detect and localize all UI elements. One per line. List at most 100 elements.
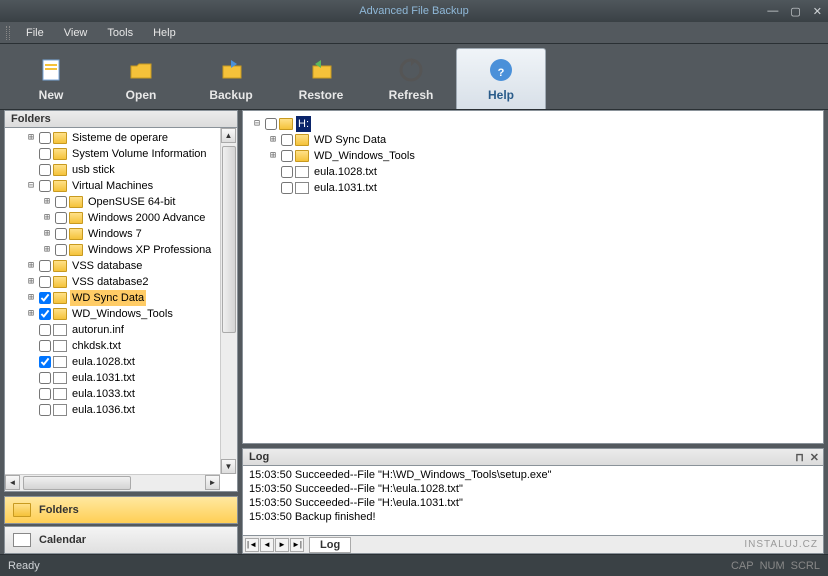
scrollbar-vertical[interactable]: ▲ ▼ [220,128,237,474]
log-title: Log [249,451,269,463]
close-button[interactable]: ✕ [813,5,822,18]
tree-checkbox[interactable] [55,228,67,240]
tree-checkbox[interactable] [55,196,67,208]
tree-checkbox[interactable] [39,260,51,272]
tree-row[interactable]: ⊞WD_Windows_Tools [5,306,237,322]
menu-file[interactable]: File [16,27,54,39]
scroll-up-icon[interactable]: ▲ [221,128,236,143]
file-icon [53,372,67,384]
scroll-thumb-h[interactable] [23,476,131,490]
expand-icon[interactable]: ⊞ [267,148,279,164]
nav-calendar[interactable]: Calendar [4,526,238,554]
status-scrl: SCRL [791,560,820,572]
tree-row[interactable]: ⊞WD Sync Data [247,132,819,148]
scrollbar-horizontal[interactable]: ◄ ► [5,474,220,491]
expand-icon[interactable]: ⊞ [41,210,53,226]
tree-checkbox[interactable] [281,150,293,162]
tree-row[interactable]: ⊞ Windows 7 [5,226,237,242]
tree-checkbox[interactable] [281,182,293,194]
file-icon [53,388,67,400]
tree-row[interactable]: System Volume Information [5,146,237,162]
folder-icon [69,228,83,240]
tab-nav-prev[interactable]: ◄ [260,538,274,552]
tree-item-label: chkdsk.txt [70,338,123,354]
tree-row[interactable]: ⊞WD_Windows_Tools [247,148,819,164]
tree-row[interactable]: ⊞VSS database [5,258,237,274]
tree-checkbox[interactable] [39,148,51,160]
tab-log[interactable]: Log [309,537,351,553]
tree-checkbox[interactable] [39,132,51,144]
folders-panel-header: Folders [4,110,238,128]
expand-icon[interactable]: ⊞ [25,274,37,290]
expand-icon[interactable]: ⊞ [25,306,37,322]
tree-row[interactable]: eula.1028.txt [5,354,237,370]
tree-row[interactable]: ⊞OpenSUSE 64-bit [5,194,237,210]
tree-row[interactable]: ⊟H: [247,116,819,132]
tree-checkbox[interactable] [39,292,51,304]
open-button[interactable]: Open [96,48,186,109]
tree-row[interactable]: ⊞Sisteme de operare [5,130,237,146]
expand-icon[interactable]: ⊞ [25,258,37,274]
tree-checkbox[interactable] [39,404,51,416]
tree-checkbox[interactable] [39,164,51,176]
tree-checkbox[interactable] [39,324,51,336]
tree-checkbox[interactable] [265,118,277,130]
menu-view[interactable]: View [54,27,98,39]
backup-icon [217,56,245,84]
nav-folders[interactable]: Folders [4,496,238,524]
scroll-right-icon[interactable]: ► [205,475,220,490]
tree-checkbox[interactable] [39,388,51,400]
tree-checkbox[interactable] [39,180,51,192]
pin-icon[interactable]: ⊓ [795,451,804,464]
tree-item-label: Windows 7 [86,226,144,242]
tree-row[interactable]: ⊞WD Sync Data [5,290,237,306]
scroll-left-icon[interactable]: ◄ [5,475,20,490]
tree-checkbox[interactable] [39,340,51,352]
menu-help[interactable]: Help [143,27,186,39]
expand-icon[interactable]: ⊞ [41,194,53,210]
tree-row[interactable]: eula.1031.txt [5,370,237,386]
collapse-icon[interactable]: ⊟ [251,116,263,132]
tree-row[interactable]: eula.1036.txt [5,402,237,418]
tab-nav-next[interactable]: ► [275,538,289,552]
expand-icon[interactable]: ⊞ [25,130,37,146]
collapse-icon[interactable]: ⊟ [25,178,37,194]
tree-row[interactable]: ⊟Virtual Machines [5,178,237,194]
tree-checkbox[interactable] [281,134,293,146]
expand-icon[interactable]: ⊞ [267,132,279,148]
backup-button[interactable]: Backup [186,48,276,109]
folder-icon [279,118,293,130]
tree-row[interactable]: ⊞VSS database2 [5,274,237,290]
tree-checkbox[interactable] [55,212,67,224]
minimize-button[interactable]: — [767,5,778,18]
new-button[interactable]: New [6,48,96,109]
expand-icon[interactable]: ⊞ [41,242,53,258]
maximize-button[interactable]: ▢ [790,5,800,18]
scroll-down-icon[interactable]: ▼ [221,459,236,474]
tree-row[interactable]: eula.1033.txt [5,386,237,402]
tree-checkbox[interactable] [39,276,51,288]
tree-row[interactable]: chkdsk.txt [5,338,237,354]
tree-row[interactable]: eula.1031.txt [247,180,819,196]
tree-checkbox[interactable] [55,244,67,256]
tree-checkbox[interactable] [39,356,51,368]
refresh-button[interactable]: Refresh [366,48,456,109]
expand-icon[interactable]: ⊞ [41,226,53,242]
restore-button[interactable]: Restore [276,48,366,109]
tab-nav-last[interactable]: ►| [290,538,304,552]
log-close-icon[interactable]: ✕ [810,451,819,464]
tree-checkbox[interactable] [39,308,51,320]
restore-label: Restore [299,88,344,102]
help-button[interactable]: ? Help [456,48,546,109]
tree-row[interactable]: eula.1028.txt [247,164,819,180]
tree-row[interactable]: autorun.inf [5,322,237,338]
tree-row[interactable]: ⊞Windows XP Professiona [5,242,237,258]
tree-checkbox[interactable] [39,372,51,384]
tab-nav-first[interactable]: |◄ [245,538,259,552]
menu-tools[interactable]: Tools [97,27,143,39]
expand-icon[interactable]: ⊞ [25,290,37,306]
scroll-thumb-v[interactable] [222,146,236,333]
tree-row[interactable]: ⊞Windows 2000 Advance [5,210,237,226]
tree-row[interactable]: usb stick [5,162,237,178]
tree-checkbox[interactable] [281,166,293,178]
